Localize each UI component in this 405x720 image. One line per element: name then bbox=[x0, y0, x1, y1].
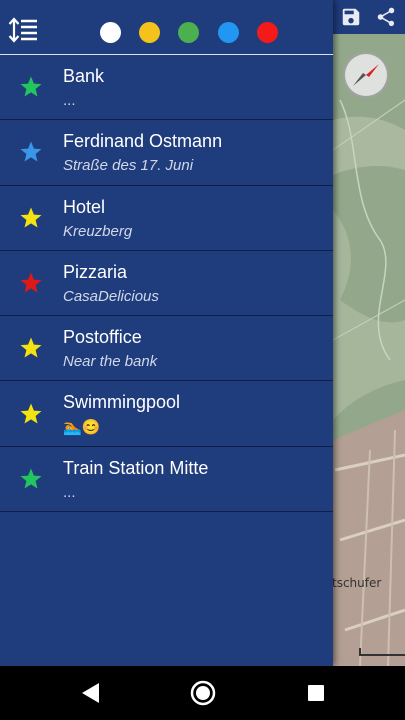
star-icon bbox=[20, 76, 42, 97]
star-icon bbox=[20, 272, 42, 293]
filter-red-button[interactable] bbox=[257, 22, 278, 43]
star-icon bbox=[20, 468, 42, 489]
navigation-bar bbox=[0, 666, 405, 720]
save-icon[interactable] bbox=[338, 4, 364, 30]
list-item[interactable]: Pizzaria CasaDelicious bbox=[0, 251, 333, 317]
home-icon[interactable] bbox=[189, 679, 217, 707]
place-subtitle: Kreuzberg bbox=[63, 222, 133, 240]
place-title: Hotel bbox=[63, 196, 106, 217]
place-subtitle: 🏊😊 bbox=[63, 419, 101, 437]
place-subtitle: Straße des 17. Juni bbox=[63, 157, 194, 175]
place-subtitle: Near the bank bbox=[63, 353, 158, 371]
list-item[interactable]: Train Station Mitte ... bbox=[0, 447, 333, 513]
list-item[interactable]: Ferdinand Ostmann Straße des 17. Juni bbox=[0, 120, 333, 186]
star-icon bbox=[20, 337, 42, 358]
place-title: Train Station Mitte bbox=[63, 457, 209, 478]
star-icon bbox=[20, 141, 42, 162]
filter-yellow-button[interactable] bbox=[139, 22, 160, 43]
filter-white-button[interactable] bbox=[100, 22, 121, 43]
place-title: Postoffice bbox=[63, 327, 142, 348]
list-item[interactable]: Postoffice Near the bank bbox=[0, 316, 333, 382]
back-icon[interactable] bbox=[77, 679, 105, 707]
place-title: Ferdinand Ostmann bbox=[63, 131, 223, 152]
sort-icon[interactable] bbox=[8, 17, 38, 45]
list-item[interactable]: Hotel Kreuzberg bbox=[0, 186, 333, 251]
recents-icon[interactable] bbox=[302, 679, 330, 707]
list-item[interactable]: Swimmingpool 🏊😊 bbox=[0, 381, 333, 447]
places-list: Bank ... Ferdinand Ostmann Straße des 17… bbox=[0, 55, 333, 513]
star-icon bbox=[20, 403, 42, 424]
place-title: Bank bbox=[63, 66, 105, 86]
filter-blue-button[interactable] bbox=[218, 22, 239, 43]
star-icon bbox=[20, 207, 42, 228]
list-item[interactable]: Bank ... bbox=[0, 55, 333, 121]
filter-green-button[interactable] bbox=[178, 22, 199, 43]
place-title: Pizzaria bbox=[63, 261, 128, 282]
place-title: Swimmingpool bbox=[63, 392, 181, 413]
places-drawer: Bank ... Ferdinand Ostmann Straße des 17… bbox=[0, 0, 333, 666]
drawer-header bbox=[0, 0, 333, 55]
place-subtitle: ... bbox=[63, 483, 76, 501]
map-street-label: tschufer bbox=[332, 576, 382, 590]
share-icon[interactable] bbox=[373, 4, 399, 30]
map-toolbar bbox=[333, 0, 405, 34]
place-subtitle: ... bbox=[63, 92, 76, 109]
compass-icon[interactable] bbox=[343, 52, 389, 98]
place-subtitle: CasaDelicious bbox=[63, 287, 159, 305]
